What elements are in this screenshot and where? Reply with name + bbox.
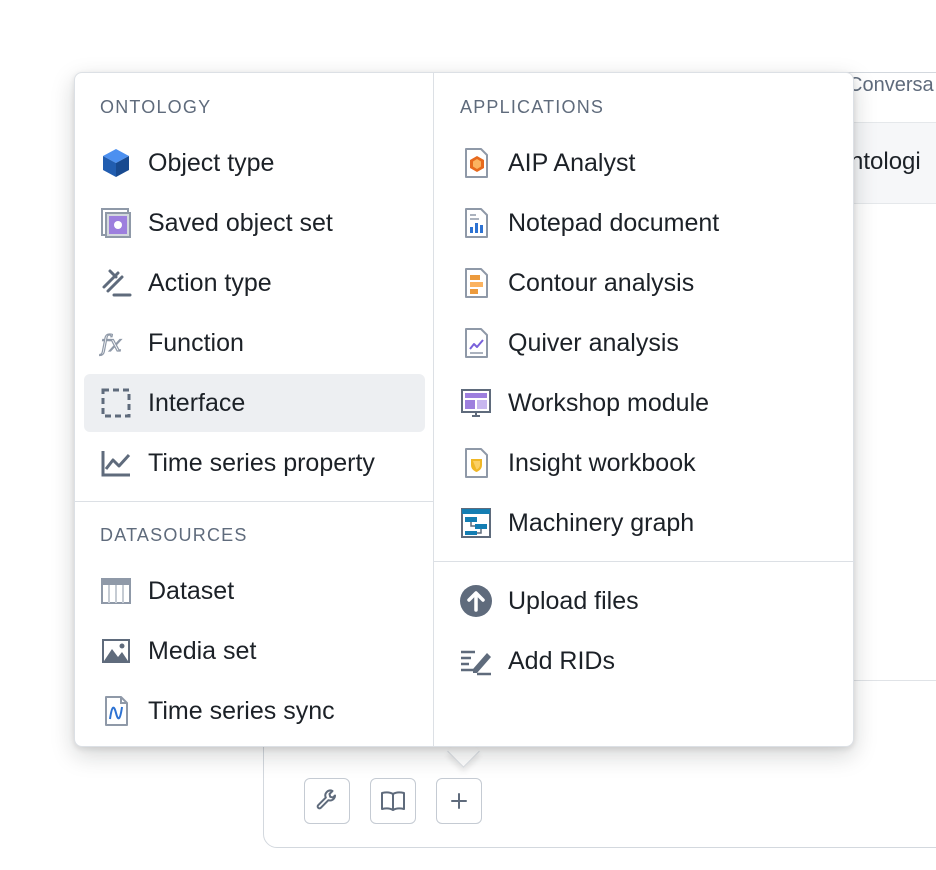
menu-item-function[interactable]: fx Function xyxy=(84,314,425,372)
upload-icon xyxy=(458,583,494,619)
menu-item-interface[interactable]: Interface xyxy=(84,374,425,432)
cube-icon xyxy=(98,145,134,181)
svg-text:fx: fx xyxy=(99,332,122,357)
menu-item-label: Notepad document xyxy=(508,208,720,237)
menu-item-action-type[interactable]: Action type xyxy=(84,254,425,312)
menu-item-label: Action type xyxy=(148,268,272,297)
section-header-applications: APPLICATIONS xyxy=(460,97,605,117)
timeseries-icon xyxy=(98,445,134,481)
menu-item-aip-analyst[interactable]: AIP Analyst xyxy=(444,134,844,192)
interface-icon xyxy=(98,385,134,421)
add-rids-icon xyxy=(458,643,494,679)
menu-item-saved-object-set[interactable]: Saved object set xyxy=(84,194,425,252)
workshop-icon xyxy=(458,385,494,421)
background-tab-label[interactable]: Conversa xyxy=(848,74,934,97)
quiver-icon xyxy=(458,325,494,361)
background-row-text: ntologi xyxy=(850,148,921,175)
menu-item-label: Time series property xyxy=(148,448,375,477)
aip-analyst-icon xyxy=(458,145,494,181)
menu-item-contour-analysis[interactable]: Contour analysis xyxy=(444,254,844,312)
section-divider xyxy=(75,501,433,502)
menu-item-label: Media set xyxy=(148,636,257,665)
object-set-icon xyxy=(98,205,134,241)
menu-item-label: Upload files xyxy=(508,586,639,615)
menu-item-time-series-property[interactable]: Time series property xyxy=(84,434,425,492)
menu-item-label: Saved object set xyxy=(148,208,333,237)
section-divider xyxy=(434,561,855,562)
section-header-ontology: ONTOLOGY xyxy=(100,97,212,117)
timeseries-sync-icon xyxy=(98,693,134,729)
column-divider xyxy=(433,73,434,746)
library-button[interactable] xyxy=(370,778,416,824)
tools-button[interactable] xyxy=(304,778,350,824)
menu-item-label: Time series sync xyxy=(148,696,335,725)
function-icon: fx xyxy=(98,325,134,361)
media-icon xyxy=(98,633,134,669)
menu-item-label: Dataset xyxy=(148,576,235,605)
menu-item-upload-files[interactable]: Upload files xyxy=(444,572,844,630)
section-header-datasources: DATASOURCES xyxy=(100,525,248,545)
wrench-icon xyxy=(316,789,336,810)
menu-item-machinery-graph[interactable]: Machinery graph xyxy=(444,494,844,552)
menu-item-label: Function xyxy=(148,328,244,357)
menu-item-insight-workbook[interactable]: Insight workbook xyxy=(444,434,844,492)
create-menu-popover: ONTOLOGY Object type Saved object set Ac… xyxy=(74,72,855,747)
book-icon xyxy=(381,791,405,811)
menu-item-notepad-document[interactable]: Notepad document xyxy=(444,194,844,252)
action-icon xyxy=(98,265,134,301)
menu-item-quiver-analysis[interactable]: Quiver analysis xyxy=(444,314,844,372)
menu-item-label: Workshop module xyxy=(508,388,710,417)
menu-item-label: Interface xyxy=(148,388,246,417)
plus-icon xyxy=(451,793,467,809)
menu-item-workshop-module[interactable]: Workshop module xyxy=(444,374,844,432)
menu-item-label: Insight workbook xyxy=(508,448,696,477)
menu-item-label: AIP Analyst xyxy=(508,148,636,177)
menu-item-dataset[interactable]: Dataset xyxy=(84,562,425,620)
contour-icon xyxy=(458,265,494,301)
menu-item-label: Object type xyxy=(148,148,275,177)
machinery-icon xyxy=(458,505,494,541)
menu-item-label: Contour analysis xyxy=(508,268,695,297)
insight-icon xyxy=(458,445,494,481)
menu-item-object-type[interactable]: Object type xyxy=(84,134,425,192)
notepad-icon xyxy=(458,205,494,241)
menu-item-label: Machinery graph xyxy=(508,508,695,537)
add-button[interactable] xyxy=(436,778,482,824)
bottom-toolbar xyxy=(304,778,482,824)
dataset-icon xyxy=(98,573,134,609)
menu-item-add-rids[interactable]: Add RIDs xyxy=(444,632,844,690)
menu-item-media-set[interactable]: Media set xyxy=(84,622,425,680)
menu-item-label: Add RIDs xyxy=(508,646,615,675)
menu-item-time-series-sync[interactable]: Time series sync xyxy=(84,682,425,740)
background-divider xyxy=(854,680,936,681)
menu-item-label: Quiver analysis xyxy=(508,328,679,357)
